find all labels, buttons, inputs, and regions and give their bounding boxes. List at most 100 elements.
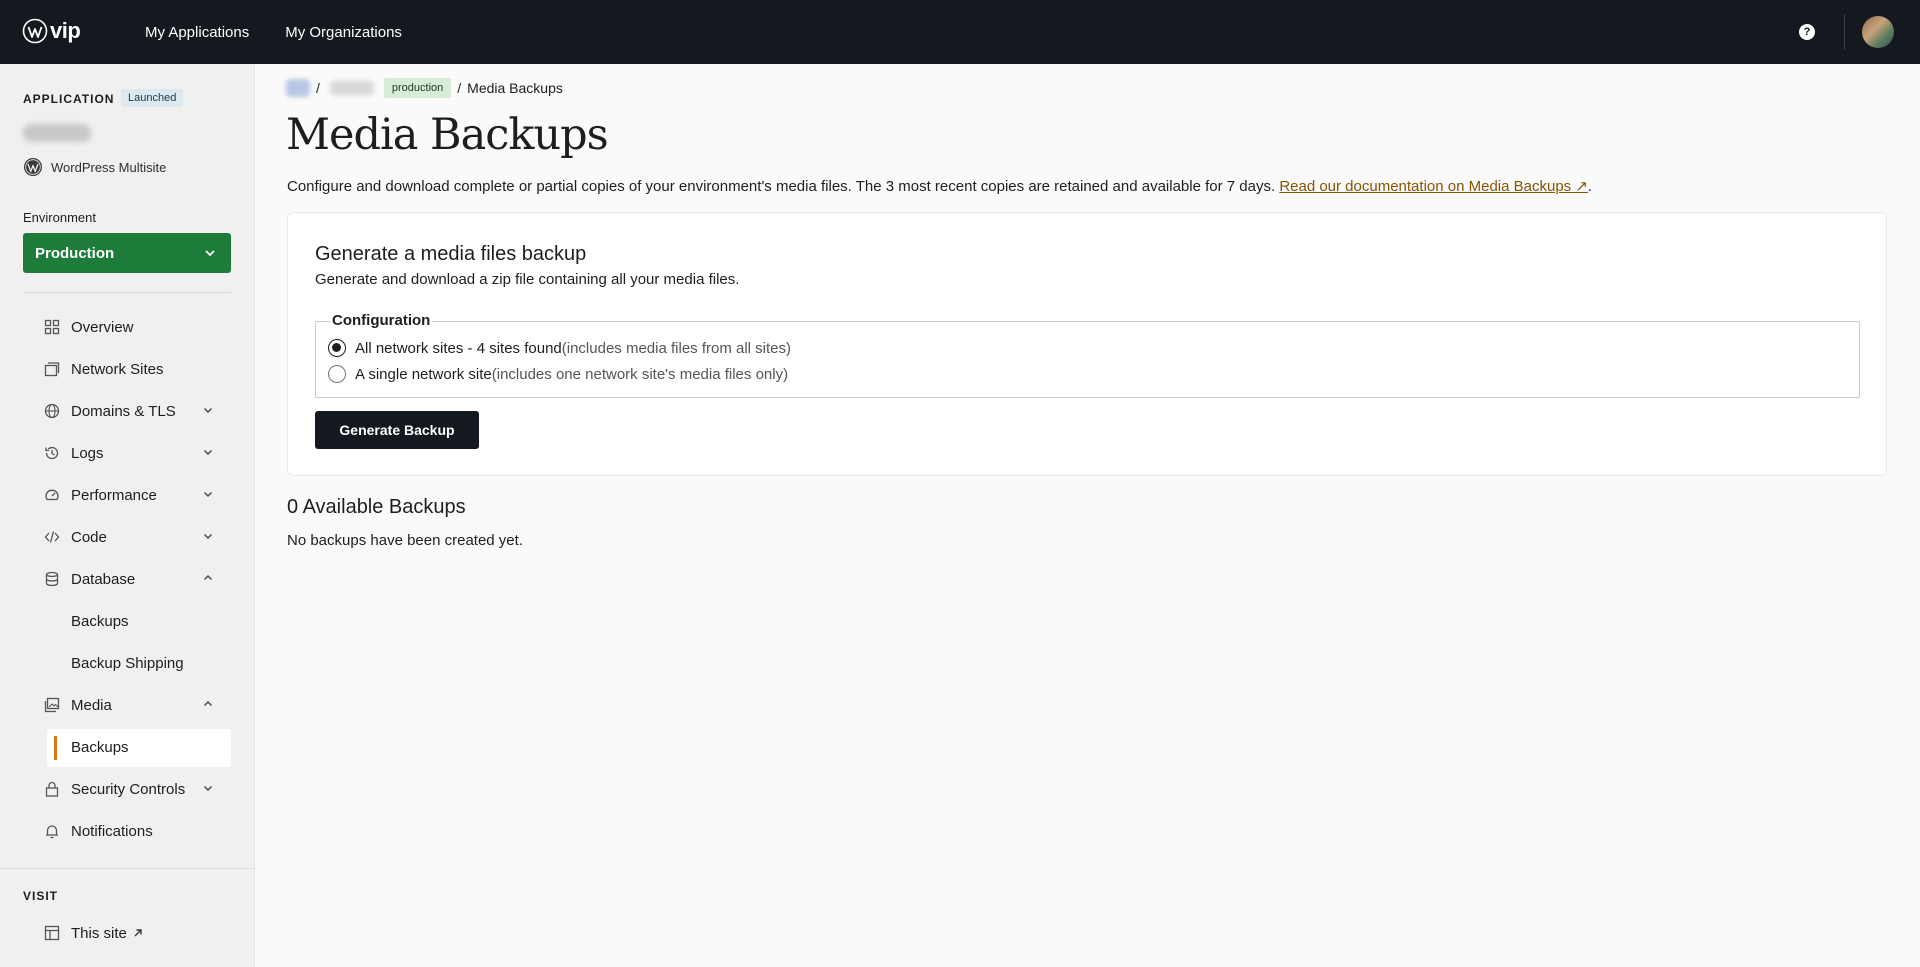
sidebar-divider xyxy=(0,868,255,869)
radio-single-site[interactable] xyxy=(328,365,346,383)
chevron-down-icon xyxy=(205,250,215,257)
breadcrumb-separator: / xyxy=(457,80,462,96)
top-bar: vip My Applications My Organizations ? xyxy=(0,0,1920,64)
option-hint: (includes one network site's media files… xyxy=(491,365,789,383)
card-title: Generate a media files backup xyxy=(315,243,587,265)
sidebar-item-security-controls[interactable]: Security Controls xyxy=(0,768,255,810)
breadcrumb-current: Media Backups xyxy=(467,80,563,96)
gauge-icon xyxy=(44,487,60,503)
vip-logo-text: vip xyxy=(50,18,81,43)
app-name-redacted xyxy=(23,124,91,142)
chevron-down-icon xyxy=(204,492,212,497)
active-indicator xyxy=(54,736,57,760)
sidebar-item-logs[interactable]: Logs xyxy=(0,432,255,474)
chevron-down-icon xyxy=(204,408,212,413)
sidebar-item-label: Logs xyxy=(71,444,104,462)
user-avatar[interactable] xyxy=(1862,16,1894,48)
page-description: Configure and download complete or parti… xyxy=(287,177,1592,195)
lock-icon xyxy=(44,781,60,797)
available-backups-title: 0 Available Backups xyxy=(287,496,466,518)
sidebar-item-label: Database xyxy=(71,570,136,588)
environment-select[interactable]: Production xyxy=(23,233,231,273)
app-type-label: WordPress Multisite xyxy=(51,159,167,175)
radio-all-sites[interactable] xyxy=(328,339,346,357)
windows-icon xyxy=(44,361,60,377)
environment-tag[interactable]: production xyxy=(383,78,452,98)
sidebar-item-overview[interactable]: Overview xyxy=(0,306,255,348)
help-icon[interactable]: ? xyxy=(1799,24,1815,40)
chevron-up-icon xyxy=(204,701,212,706)
chevron-down-icon xyxy=(204,450,212,455)
sidebar-item-database[interactable]: Database xyxy=(0,558,255,600)
generate-backup-card: Generate a media files backup Generate a… xyxy=(287,212,1887,476)
page-description-text: Configure and download complete or parti… xyxy=(287,178,1280,195)
sidebar-item-network-sites[interactable]: Network Sites xyxy=(0,348,255,390)
sidebar-item-label: Domains & TLS xyxy=(71,402,176,420)
sidebar-divider xyxy=(23,292,231,293)
page-title: Media Backups xyxy=(286,110,609,160)
visit-label: VISIT xyxy=(23,889,59,903)
generate-backup-button[interactable]: Generate Backup xyxy=(315,411,479,449)
page-description-end: . xyxy=(1587,178,1593,195)
status-badge: Launched xyxy=(121,89,184,107)
sidebar-subitem-label: Backup Shipping xyxy=(71,654,184,672)
sidebar-subitem-backup-shipping[interactable]: Backup Shipping xyxy=(0,642,255,684)
sidebar-item-label: Overview xyxy=(71,318,134,336)
this-site-label: This site xyxy=(71,924,127,942)
breadcrumb-app-redacted[interactable] xyxy=(329,81,374,95)
documentation-link[interactable]: Read our documentation on Media Backups … xyxy=(1279,178,1588,195)
configuration-legend: Configuration xyxy=(330,312,433,329)
chevron-up-icon xyxy=(204,575,212,580)
external-link-icon xyxy=(134,929,142,937)
code-icon xyxy=(44,529,60,545)
wordpress-logo-icon xyxy=(22,18,48,44)
sidebar-item-label: Media xyxy=(71,696,112,714)
media-icon xyxy=(44,697,60,713)
sidebar-item-domains[interactable]: Domains & TLS xyxy=(0,390,255,432)
sidebar-nav: Overview Network Sites Domains & TLS Log… xyxy=(0,306,255,852)
nav-my-applications[interactable]: My Applications xyxy=(145,24,249,41)
sidebar-item-media[interactable]: Media xyxy=(0,684,255,726)
app-type: WordPress Multisite xyxy=(23,157,166,177)
sidebar-subitem-label: Backups xyxy=(71,612,129,630)
configuration-fieldset: Configuration All network sites - 4 site… xyxy=(315,312,1860,398)
sidebar-subitem-media-backups[interactable]: Backups xyxy=(0,726,255,768)
this-site-link[interactable]: This site xyxy=(0,912,255,954)
chevron-down-icon xyxy=(204,534,212,539)
card-subtitle: Generate and download a zip file contain… xyxy=(315,271,740,288)
database-icon xyxy=(44,571,60,587)
sidebar-item-label: Performance xyxy=(71,486,157,504)
option-label: All network sites - 4 sites found xyxy=(355,339,562,357)
vip-logo[interactable]: vip xyxy=(22,18,81,44)
grid-icon xyxy=(44,319,60,335)
layout-icon xyxy=(44,925,60,941)
bell-icon xyxy=(44,823,60,839)
top-divider xyxy=(1844,14,1845,50)
option-single-network-site[interactable]: A single network site (includes one netw… xyxy=(328,365,788,383)
application-label: APPLICATION xyxy=(23,92,115,106)
wordpress-icon xyxy=(24,158,42,176)
available-backups-empty: No backups have been created yet. xyxy=(287,532,523,549)
sidebar-item-code[interactable]: Code xyxy=(0,516,255,558)
sidebar-subitem-label: Backups xyxy=(71,738,129,756)
breadcrumb: / production / Media Backups xyxy=(284,75,563,101)
sidebar-item-notifications[interactable]: Notifications xyxy=(0,810,255,852)
chevron-down-icon xyxy=(204,786,212,791)
history-icon xyxy=(44,445,60,461)
nav-my-organizations[interactable]: My Organizations xyxy=(285,24,402,41)
sidebar-item-label: Code xyxy=(71,528,107,546)
breadcrumb-separator: / xyxy=(316,80,320,96)
breadcrumb-org-redacted[interactable] xyxy=(286,79,310,97)
environment-label: Environment xyxy=(23,210,96,225)
sidebar: APPLICATION Launched WordPress Multisite… xyxy=(0,64,255,967)
top-nav: My Applications My Organizations xyxy=(145,0,402,64)
option-all-network-sites[interactable]: All network sites - 4 sites found (inclu… xyxy=(328,339,791,357)
sidebar-item-label: Network Sites xyxy=(71,360,164,378)
sidebar-subitem-database-backups[interactable]: Backups xyxy=(0,600,255,642)
environment-value: Production xyxy=(35,244,115,262)
sidebar-item-label: Security Controls xyxy=(71,780,186,798)
globe-icon xyxy=(44,403,60,419)
option-hint: (includes media files from all sites) xyxy=(561,339,792,357)
option-label: A single network site xyxy=(355,365,492,383)
sidebar-item-performance[interactable]: Performance xyxy=(0,474,255,516)
